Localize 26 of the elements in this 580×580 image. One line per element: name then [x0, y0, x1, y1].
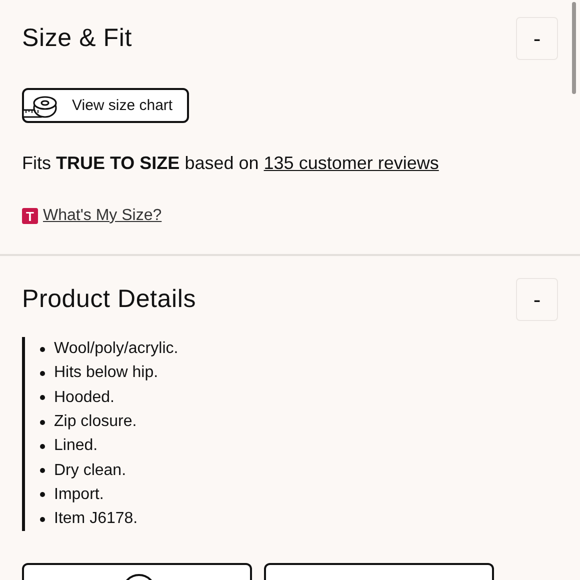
size-chart-button[interactable]: View size chart — [22, 88, 189, 123]
section-title: Size & Fit — [22, 24, 132, 53]
bullet-icon — [40, 346, 45, 352]
fit-summary: Fits TRUE TO SIZE based on 135 customer reviews — [22, 153, 440, 174]
bullet-icon — [40, 516, 45, 522]
whats-my-size-link[interactable]: What's My Size? — [43, 207, 162, 225]
bullet-icon — [40, 370, 45, 376]
bullet-icon — [40, 395, 45, 400]
bullet-icon — [40, 444, 45, 449]
detail-item: Hooded. — [54, 388, 114, 407]
collapse-button[interactable]: - — [516, 17, 558, 60]
detail-item: Wool/poly/acrylic. — [54, 340, 178, 358]
detail-item: Import. — [54, 486, 104, 504]
section-title: Product Details — [22, 285, 196, 314]
scrollbar[interactable] — [572, 2, 576, 94]
reviews-link[interactable]: 135 customer reviews — [264, 153, 439, 173]
detail-item: Hits below hip. — [54, 364, 158, 382]
collapse-button[interactable]: - — [516, 278, 558, 321]
detail-item: Dry clean. — [54, 462, 126, 480]
bullet-icon — [40, 420, 45, 425]
detail-item: Item J6178. — [54, 510, 138, 528]
detail-item: Zip closure. — [54, 413, 137, 432]
bullet-icon — [40, 468, 45, 474]
detail-item: Lined. — [54, 437, 98, 456]
brand-badge: T — [22, 208, 38, 224]
bullet-icon — [40, 492, 45, 498]
